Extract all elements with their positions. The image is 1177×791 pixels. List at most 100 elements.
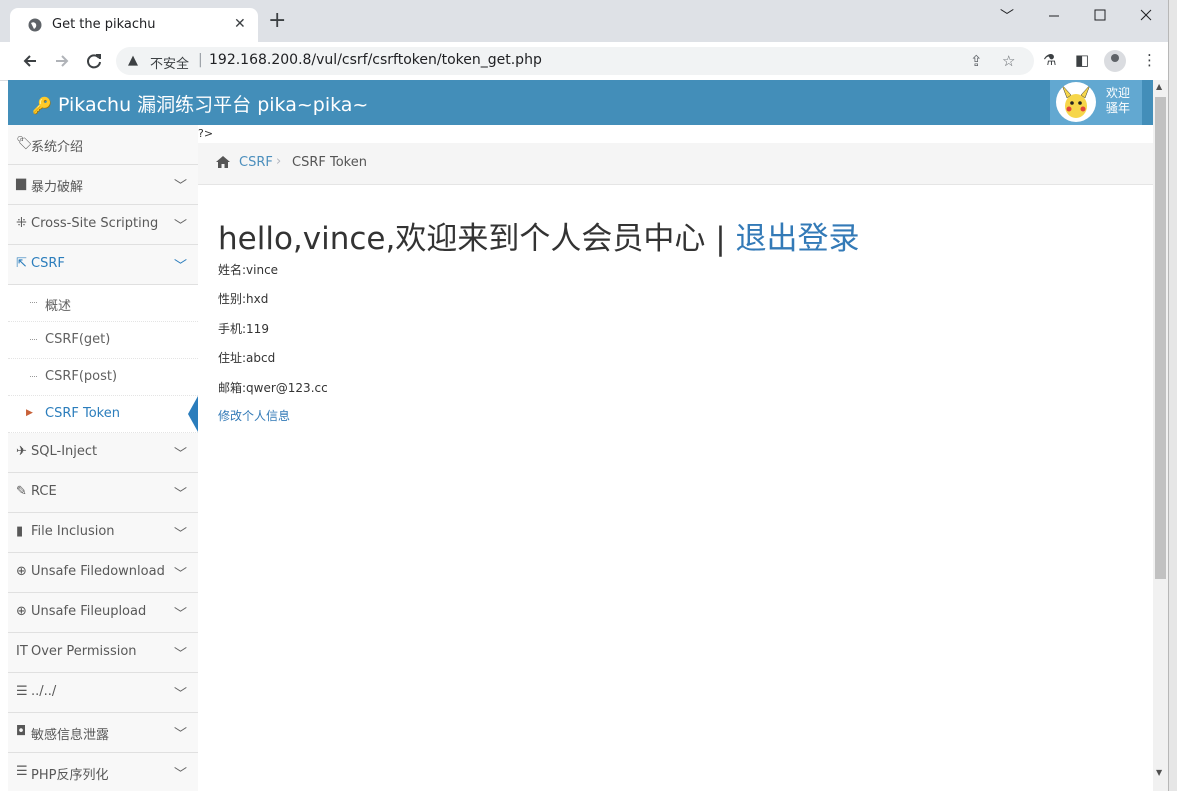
sidebar-item-rce[interactable]: ✎ RCE ﹀ [8, 473, 198, 513]
reload-icon[interactable] [81, 48, 107, 74]
breadcrumb-link-csrf[interactable]: CSRF [239, 155, 273, 170]
minimize-tabs-icon[interactable]: ﹀ [1000, 6, 1014, 26]
file-icon: ▮ [16, 524, 24, 539]
warning-icon[interactable]: ▲ [128, 53, 138, 68]
sidebar-item-label: ../../ [31, 684, 57, 699]
sidebar-item-xss[interactable]: ⁜ Cross-Site Scripting ﹀ [8, 205, 198, 245]
sidebar-item-label: Cross-Site Scripting [31, 216, 159, 231]
stray-php-text: ?> [198, 127, 214, 140]
bookmark-star-icon[interactable]: ☆ [1002, 52, 1015, 70]
sidebar-item-label: PHP反序列化 [31, 768, 109, 783]
sidebar-item-file-inclusion[interactable]: ▮ File Inclusion ﹀ [8, 513, 198, 553]
chevron-down-icon: ﹀ [174, 647, 188, 662]
chevron-down-icon: ﹀ [174, 567, 188, 582]
back-icon[interactable] [17, 48, 43, 74]
sidebar-item-label: 暴力破解 [31, 180, 84, 195]
info-address: 住址:abcd [218, 351, 276, 365]
new-tab-button[interactable]: + [268, 10, 286, 32]
welcome-heading: hello,vince,欢迎来到个人会员中心 | [218, 221, 736, 257]
side-panel-icon[interactable]: ◧ [1075, 51, 1089, 69]
brand-title[interactable]: 🔑 Pikachu 漏洞练习平台 pika~pika~ [32, 90, 368, 117]
upload-circle-icon: ⊕ [16, 604, 27, 619]
tab-title: Get the pikachu [52, 17, 156, 32]
welcome-line2: 骚年 [1106, 101, 1131, 115]
sidebar-item-label: Unsafe Filedownload [31, 564, 165, 579]
user-menu[interactable]: 欢迎 骚年 [1050, 80, 1142, 125]
pikachu-avatar [1056, 82, 1096, 122]
main-content: ?> CSRF › CSRF Token hello,vince,欢迎来到个人会… [198, 125, 1153, 791]
sidebar-item-label: File Inclusion [31, 524, 115, 539]
sidebar-item-label: Over Permission [31, 644, 137, 659]
sidebar-item-bruteforce[interactable]: ▆ 暴力破解 ﹀ [8, 165, 198, 205]
tree-dot [30, 376, 37, 377]
sidebar-item-label: 系统介绍 [31, 140, 84, 155]
close-window-icon[interactable] [1140, 9, 1152, 21]
sidebar-item-sqli[interactable]: ✈ SQL-Inject ﹀ [8, 433, 198, 473]
sidebar-item-info-leak[interactable]: ◘ 敏感信息泄露 ﹀ [8, 713, 198, 753]
indent-icon: ⁜ [16, 216, 27, 231]
menu-kebab-icon[interactable]: ⋮ [1142, 51, 1157, 69]
sidebar-item-intro[interactable]: 🏷 系统介绍 [8, 125, 198, 165]
sidebar-item-label: Unsafe Fileupload [31, 604, 147, 619]
align-left-icon: ☰ [16, 684, 28, 699]
browser-tab[interactable]: Get the pikachu ✕ [10, 8, 258, 42]
sidebar-item-php-unserialize[interactable]: ☰ PHP反序列化 ﹀ [8, 753, 198, 791]
page-scrollbar[interactable]: ▲ ▼ [1153, 80, 1168, 791]
caret-right-icon: ▶ [26, 408, 33, 418]
sidebar-subitem-label: CSRF(post) [45, 369, 118, 384]
chevron-down-icon: ﹀ [174, 259, 188, 274]
sidebar-item-filedownload[interactable]: ⊕ Unsafe Filedownload ﹀ [8, 553, 198, 593]
browser-toolbar: ▲ 不安全 | 192.168.200.8/vul/csrf/csrftoken… [0, 42, 1168, 81]
sidebar-item-label: CSRF [31, 256, 65, 271]
minimize-icon[interactable] [1048, 10, 1060, 22]
sidebar-item-label: SQL-Inject [31, 444, 98, 459]
share-icon[interactable]: ⇪ [970, 52, 983, 70]
address-bar[interactable]: ▲ 不安全 | 192.168.200.8/vul/csrf/csrftoken… [116, 47, 1034, 75]
welcome-text: 欢迎 骚年 [1106, 86, 1130, 116]
logout-link[interactable]: 退出登录 [736, 221, 860, 257]
edit-profile-link[interactable]: 修改个人信息 [218, 407, 290, 424]
chevron-down-icon: ﹀ [174, 447, 188, 462]
sidebar-item-over-permission[interactable]: ⅠT Over Permission ﹀ [8, 633, 198, 673]
lock-icon: ▆ [16, 176, 26, 191]
forward-icon[interactable] [49, 48, 75, 74]
browser-window: Get the pikachu ✕ + ﹀ ▲ 不安全 | 192.168.20… [0, 0, 1169, 791]
web-page: 🔑 Pikachu 漏洞练习平台 pika~pika~ 欢迎 骚年 🏷 系统介绍… [8, 80, 1153, 791]
globe-icon [28, 18, 42, 32]
maximize-icon[interactable] [1094, 9, 1106, 21]
sidebar-subitem-label: CSRF(get) [45, 332, 111, 347]
scroll-down-arrow-icon[interactable]: ▼ [1156, 768, 1162, 777]
chevron-down-icon: ﹀ [174, 219, 188, 234]
sidebar-subitem-label: CSRF Token [45, 406, 120, 421]
close-tab-icon[interactable]: ✕ [234, 16, 246, 32]
chevron-down-icon: ﹀ [174, 687, 188, 702]
chevron-down-icon: ﹀ [174, 767, 188, 782]
sidebar-item-fileupload[interactable]: ⊕ Unsafe Fileupload ﹀ [8, 593, 198, 633]
sidebar-item-dir-traversal[interactable]: ☰ ../../ ﹀ [8, 673, 198, 713]
key-icon: 🔑 [32, 96, 52, 115]
brand-text: Pikachu 漏洞练习平台 pika~pika~ [57, 94, 369, 116]
sidebar-subitem-overview[interactable]: 概述 [8, 285, 198, 322]
home-icon[interactable] [215, 155, 231, 169]
plane-icon: ✈ [16, 444, 27, 459]
security-label[interactable]: 不安全 [150, 53, 189, 72]
address-divider: | [198, 52, 203, 68]
sidebar-subitem-csrf-token[interactable]: ▶ CSRF Token [8, 396, 198, 433]
labs-flask-icon[interactable]: ⚗ [1043, 51, 1056, 69]
scroll-up-arrow-icon[interactable]: ▲ [1156, 82, 1162, 91]
align-justify-icon: ☰ [16, 764, 28, 779]
profile-icon[interactable] [1104, 50, 1126, 72]
chevron-down-icon: ﹀ [174, 727, 188, 742]
chevron-down-icon: ﹀ [174, 527, 188, 542]
url-text[interactable]: 192.168.200.8/vul/csrf/csrftoken/token_g… [209, 52, 542, 68]
sidebar: 🏷 系统介绍 ▆ 暴力破解 ﹀ ⁜ Cross-Site Scripting ﹀… [8, 125, 199, 791]
scrollbar-thumb[interactable] [1155, 97, 1166, 579]
top-navbar: 🔑 Pikachu 漏洞练习平台 pika~pika~ 欢迎 骚年 [8, 80, 1153, 125]
sidebar-subitem-csrf-get[interactable]: CSRF(get) [8, 322, 198, 359]
info-email: 邮箱:qwer@123.cc [218, 381, 328, 395]
sidebar-item-csrf[interactable]: ⇱ CSRF ﹀ [8, 245, 198, 285]
breadcrumb: CSRF › CSRF Token [198, 143, 1153, 185]
sidebar-subitem-label: 概述 [45, 299, 72, 314]
tree-dot [30, 339, 37, 340]
sidebar-subitem-csrf-post[interactable]: CSRF(post) [8, 359, 198, 396]
